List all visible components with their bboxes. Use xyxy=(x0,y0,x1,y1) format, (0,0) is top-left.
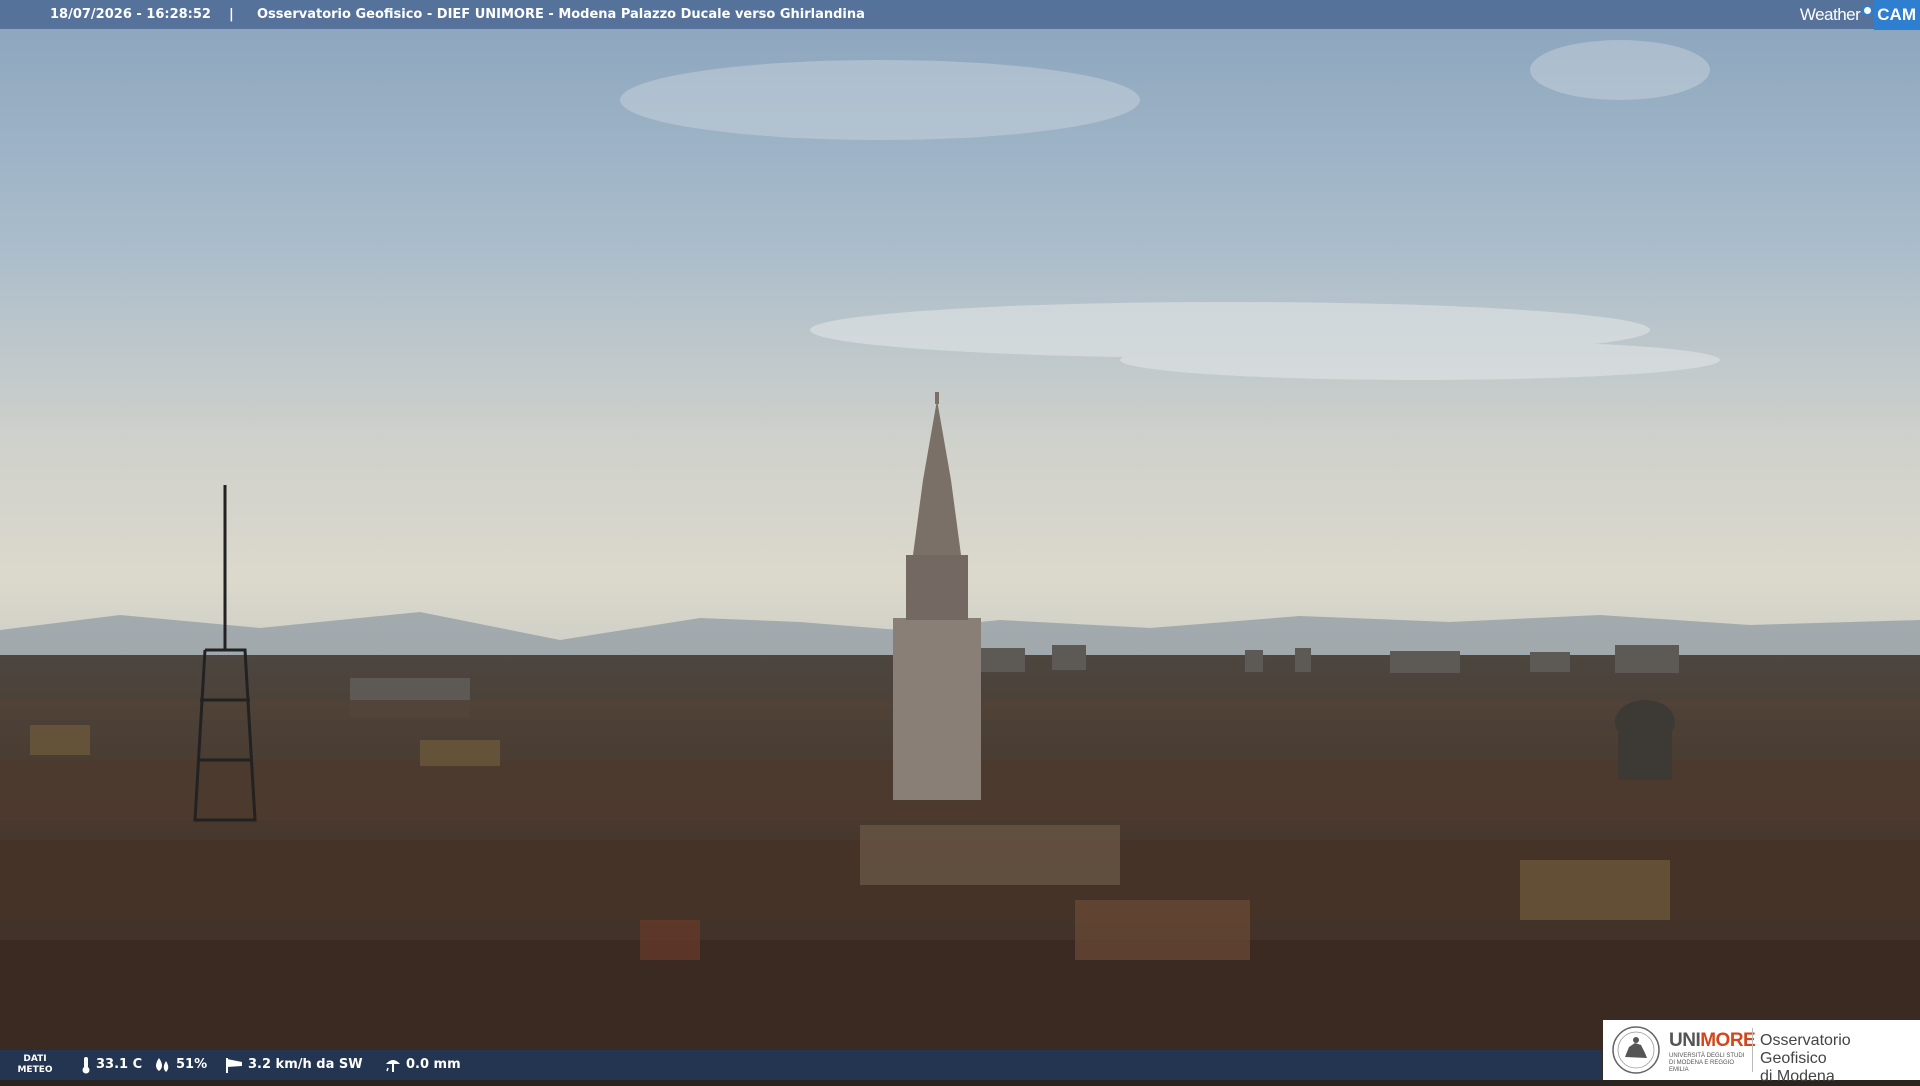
webcam-header: 18/07/2026 - 16:28:52 | Osservatorio Geo… xyxy=(0,0,1920,30)
humidity-value: 51% xyxy=(176,1057,208,1072)
meteo-label-line1: DATI xyxy=(23,1054,47,1064)
observatory-line2: di Modena xyxy=(1760,1068,1835,1085)
unimore-wordmark-a: UNI xyxy=(1669,1030,1701,1051)
unimore-wordmark-b: MORE xyxy=(1700,1030,1756,1051)
weathercam-logo-weather: Weather xyxy=(1799,4,1861,24)
meteo-label-line2: METEO xyxy=(17,1065,53,1075)
temperature-reading: 33.1 C xyxy=(80,1050,142,1080)
branding-divider xyxy=(1752,1028,1753,1072)
timestamp: 18/07/2026 - 16:28:52 xyxy=(50,7,211,22)
wind-value: 3.2 km/h da SW xyxy=(248,1057,363,1072)
rain-gauge-icon xyxy=(386,1060,400,1072)
wind-reading: 3.2 km/h da SW xyxy=(224,1050,363,1080)
humidity-drops-icon xyxy=(156,1058,169,1072)
observatory-line1: Osservatorio Geofisico xyxy=(1760,1032,1851,1067)
university-seal-icon xyxy=(1612,1026,1660,1074)
thermometer-icon xyxy=(82,1057,90,1074)
weathercam-logo-cam: CAM xyxy=(1874,0,1920,30)
dome xyxy=(1615,700,1675,780)
humidity-reading: 51% xyxy=(152,1050,207,1080)
header-separator: | xyxy=(229,7,234,22)
wind-sock-icon xyxy=(226,1058,242,1073)
weathercam-dot-icon xyxy=(1862,4,1874,16)
weathercam-logo: Weather CAM xyxy=(1799,0,1920,30)
rain-reading: 0.0 mm xyxy=(384,1050,461,1080)
unimore-branding: UNIMORE UNIVERSITÀ DEGLI STUDI DI MODENA… xyxy=(1603,1020,1920,1085)
meteo-bar: DATI METEO 33.1 C 51% 3.2 km/h da SW 0.0… xyxy=(0,1050,1602,1080)
observatory-name: Osservatorio Geofisico di Modena xyxy=(1760,1032,1920,1086)
unimore-wordmark: UNIMORE xyxy=(1669,1030,1756,1052)
unimore-subtitle: UNIVERSITÀ DEGLI STUDI DI MODENA E REGGI… xyxy=(1669,1053,1745,1073)
camera-title: Osservatorio Geofisico - DIEF UNIMORE - … xyxy=(257,7,865,22)
meteo-label: DATI METEO xyxy=(12,1054,58,1076)
webcam-photo xyxy=(0,0,1920,1080)
temperature-value: 33.1 C xyxy=(96,1057,143,1072)
rain-value: 0.0 mm xyxy=(406,1057,461,1072)
